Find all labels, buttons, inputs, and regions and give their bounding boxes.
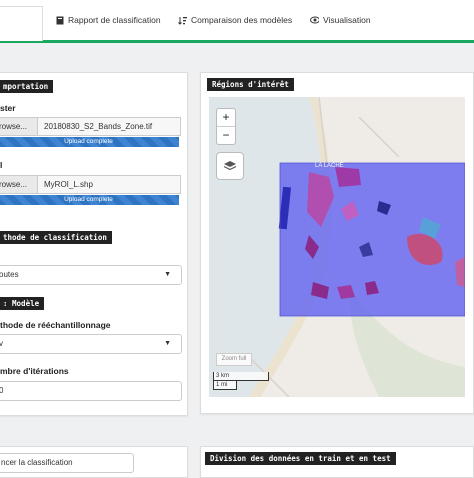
- tab-label: Comparaison des modèles: [191, 15, 293, 25]
- method-header: thode de classification: [0, 231, 112, 244]
- method-select[interactable]: outes ▼: [0, 265, 182, 285]
- map-canvas[interactable]: LA LACHE: [209, 97, 465, 397]
- vector-upload-progress: Upload complete: [0, 195, 179, 205]
- vector-file-input[interactable]: rowse... MyROI_L.shp: [0, 175, 181, 194]
- scale-mi: 1 mi: [213, 381, 237, 390]
- tab-visualisation[interactable]: Visualisation: [310, 15, 371, 25]
- zoom-control: + −: [216, 108, 236, 145]
- caret-down-icon: ▼: [164, 340, 171, 347]
- resampling-label: thode de rééchantillonnage: [0, 320, 111, 330]
- zoom-out-button[interactable]: −: [217, 126, 235, 144]
- run-classification-button[interactable]: ncer la classification: [0, 453, 134, 473]
- sort-icon: [178, 16, 187, 25]
- tab-active-partial[interactable]: [0, 6, 43, 41]
- method-select-value: outes: [0, 270, 19, 279]
- scale-km: 3 km: [213, 372, 269, 381]
- raster-browse-button[interactable]: rowse...: [0, 118, 38, 135]
- layers-button[interactable]: [216, 152, 244, 180]
- vector-label: l: [0, 160, 3, 170]
- import-header: mportation: [0, 80, 54, 93]
- raster-file-name: 20180830_S2_Bands_Zone.tif: [44, 122, 153, 131]
- map-view[interactable]: LA LACHE: [209, 97, 465, 397]
- tab-bar: Rapport de classification Comparaison de…: [0, 0, 474, 43]
- layers-icon: [223, 161, 237, 171]
- vector-file-name: MyROI_L.shp: [44, 180, 93, 189]
- raster-label: ster: [0, 103, 16, 113]
- zoom-full-button[interactable]: Zoom full: [216, 353, 252, 366]
- model-header: : Modèle: [0, 297, 45, 310]
- caret-down-icon: ▼: [164, 271, 171, 278]
- tab-label: Visualisation: [323, 15, 371, 25]
- iterations-input-value: 0: [0, 386, 4, 395]
- book-icon: [55, 16, 64, 25]
- vector-browse-button[interactable]: rowse...: [0, 176, 38, 193]
- raster-upload-progress: Upload complete: [0, 137, 179, 147]
- iterations-label: mbre d'itérations: [0, 366, 69, 376]
- map-place-label: LA LACHE: [315, 163, 344, 169]
- tab-rapport-classification[interactable]: Rapport de classification: [55, 15, 161, 25]
- raster-file-input[interactable]: rowse... 20180830_S2_Bands_Zone.tif: [0, 117, 181, 136]
- roi-header: Régions d'intérêt: [207, 78, 294, 91]
- zoom-in-button[interactable]: +: [217, 109, 235, 126]
- model-header-prefix: :: [3, 299, 13, 308]
- eye-icon: [310, 16, 319, 25]
- tab-comparaison-modeles[interactable]: Comparaison des modèles: [178, 15, 292, 25]
- resampling-select[interactable]: v ▼: [0, 334, 182, 354]
- split-header: Division des données en train et en test: [205, 452, 396, 465]
- resampling-select-value: v: [0, 339, 3, 348]
- tab-label: Rapport de classification: [68, 15, 161, 25]
- iterations-input[interactable]: 0: [0, 381, 182, 401]
- model-header-label: Modèle: [12, 299, 40, 308]
